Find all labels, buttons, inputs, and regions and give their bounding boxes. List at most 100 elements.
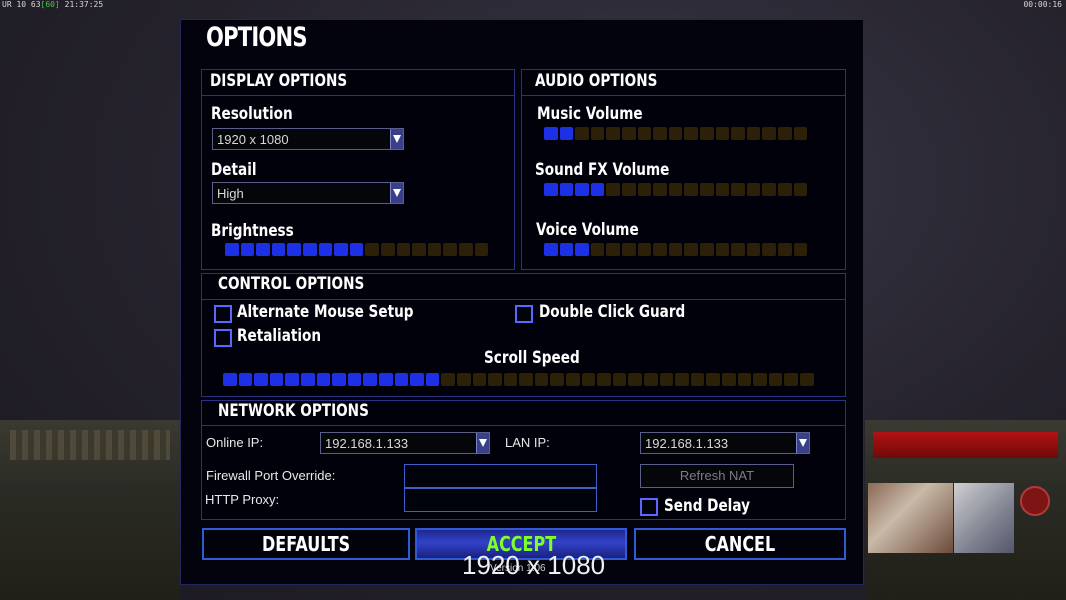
alt-mouse-checkbox[interactable] <box>214 305 232 323</box>
cancel-button[interactable]: CANCEL <box>634 528 846 560</box>
sfx-volume-slider[interactable] <box>544 183 808 197</box>
slider-segment-filled[interactable] <box>256 243 270 256</box>
slider-segment-empty[interactable] <box>715 243 730 256</box>
slider-segment-filled[interactable] <box>410 373 424 386</box>
slider-segment-empty[interactable] <box>668 243 683 256</box>
slider-segment-filled[interactable] <box>544 183 558 196</box>
voice-volume-slider[interactable] <box>544 243 808 257</box>
slider-segment-empty[interactable] <box>621 127 636 140</box>
slider-segment-empty[interactable] <box>575 127 589 140</box>
refresh-nat-button[interactable]: Refresh NAT <box>640 464 794 488</box>
slider-segment-empty[interactable] <box>722 373 736 386</box>
slider-segment-empty[interactable] <box>365 243 379 256</box>
slider-segment-filled[interactable] <box>240 243 255 256</box>
slider-segment-filled[interactable] <box>590 183 605 196</box>
slider-segment-empty[interactable] <box>621 243 636 256</box>
slider-segment-empty[interactable] <box>784 373 798 386</box>
slider-segment-empty[interactable] <box>653 183 667 196</box>
slider-segment-empty[interactable] <box>396 243 411 256</box>
slider-segment-empty[interactable] <box>488 373 502 386</box>
slider-segment-empty[interactable] <box>684 183 698 196</box>
slider-segment-empty[interactable] <box>621 183 636 196</box>
retaliation-checkbox[interactable] <box>214 329 232 347</box>
slider-segment-empty[interactable] <box>606 127 620 140</box>
slider-segment-filled[interactable] <box>285 373 299 386</box>
slider-segment-empty[interactable] <box>441 373 455 386</box>
slider-segment-empty[interactable] <box>443 243 457 256</box>
slider-segment-empty[interactable] <box>777 243 792 256</box>
slider-segment-empty[interactable] <box>534 373 549 386</box>
slider-segment-empty[interactable] <box>458 243 473 256</box>
slider-segment-empty[interactable] <box>644 373 658 386</box>
slider-segment-filled[interactable] <box>544 127 558 140</box>
http-proxy-input[interactable] <box>404 488 597 512</box>
slider-segment-empty[interactable] <box>675 373 689 386</box>
slider-segment-empty[interactable] <box>699 243 714 256</box>
slider-segment-filled[interactable] <box>318 243 333 256</box>
slider-segment-empty[interactable] <box>768 373 783 386</box>
slider-segment-empty[interactable] <box>653 243 667 256</box>
slider-segment-filled[interactable] <box>378 373 393 386</box>
slider-segment-empty[interactable] <box>690 373 705 386</box>
slider-segment-filled[interactable] <box>559 127 574 140</box>
slider-segment-empty[interactable] <box>762 127 776 140</box>
detail-dropdown[interactable]: High <box>212 182 404 204</box>
slider-segment-filled[interactable] <box>254 373 268 386</box>
slider-segment-empty[interactable] <box>628 373 643 386</box>
slider-segment-empty[interactable] <box>637 127 652 140</box>
slider-segment-filled[interactable] <box>300 373 315 386</box>
slider-segment-filled[interactable] <box>332 373 346 386</box>
slider-segment-filled[interactable] <box>238 373 253 386</box>
slider-segment-empty[interactable] <box>456 373 471 386</box>
slider-segment-filled[interactable] <box>269 373 284 386</box>
defaults-button[interactable]: DEFAULTS <box>202 528 410 560</box>
slider-segment-filled[interactable] <box>271 243 286 256</box>
slider-segment-empty[interactable] <box>653 127 667 140</box>
slider-segment-filled[interactable] <box>559 243 574 256</box>
slider-segment-empty[interactable] <box>590 127 605 140</box>
slider-segment-empty[interactable] <box>715 183 730 196</box>
slider-segment-filled[interactable] <box>425 373 440 386</box>
chevron-down-icon[interactable] <box>390 183 403 203</box>
slider-segment-empty[interactable] <box>597 373 611 386</box>
online-ip-dropdown[interactable]: 192.168.1.133 <box>320 432 490 454</box>
slider-segment-empty[interactable] <box>581 373 596 386</box>
slider-segment-filled[interactable] <box>334 243 348 256</box>
slider-segment-empty[interactable] <box>684 243 698 256</box>
slider-segment-empty[interactable] <box>659 373 674 386</box>
slider-segment-filled[interactable] <box>544 243 558 256</box>
slider-segment-empty[interactable] <box>474 243 489 256</box>
resolution-dropdown[interactable]: 1920 x 1080 <box>212 128 404 150</box>
slider-segment-empty[interactable] <box>637 183 652 196</box>
send-delay-label[interactable]: Send Delay <box>664 496 750 516</box>
slider-segment-empty[interactable] <box>731 127 745 140</box>
slider-segment-empty[interactable] <box>715 127 730 140</box>
double-click-guard-label[interactable]: Double Click Guard <box>539 302 685 322</box>
slider-segment-empty[interactable] <box>737 373 752 386</box>
music-volume-slider[interactable] <box>544 127 808 141</box>
slider-segment-empty[interactable] <box>606 243 620 256</box>
slider-segment-empty[interactable] <box>706 373 720 386</box>
double-click-guard-checkbox[interactable] <box>515 305 533 323</box>
slider-segment-empty[interactable] <box>777 127 792 140</box>
slider-segment-empty[interactable] <box>793 243 808 256</box>
slider-segment-empty[interactable] <box>762 183 776 196</box>
slider-segment-filled[interactable] <box>347 373 362 386</box>
slider-segment-empty[interactable] <box>799 373 814 386</box>
slider-segment-filled[interactable] <box>575 183 589 196</box>
chevron-down-icon[interactable] <box>390 129 403 149</box>
send-delay-checkbox[interactable] <box>640 498 658 516</box>
firewall-port-input[interactable] <box>404 464 597 488</box>
slider-segment-filled[interactable] <box>225 243 239 256</box>
slider-segment-filled[interactable] <box>575 243 589 256</box>
slider-segment-empty[interactable] <box>550 373 565 386</box>
slider-segment-empty[interactable] <box>793 183 808 196</box>
alt-mouse-label[interactable]: Alternate Mouse Setup <box>237 302 414 322</box>
chevron-down-icon[interactable] <box>476 433 489 453</box>
slider-segment-empty[interactable] <box>472 373 487 386</box>
slider-segment-empty[interactable] <box>793 127 808 140</box>
slider-segment-empty[interactable] <box>668 183 683 196</box>
slider-segment-empty[interactable] <box>753 373 767 386</box>
scroll-speed-slider[interactable] <box>223 373 814 387</box>
brightness-slider[interactable] <box>225 243 489 257</box>
